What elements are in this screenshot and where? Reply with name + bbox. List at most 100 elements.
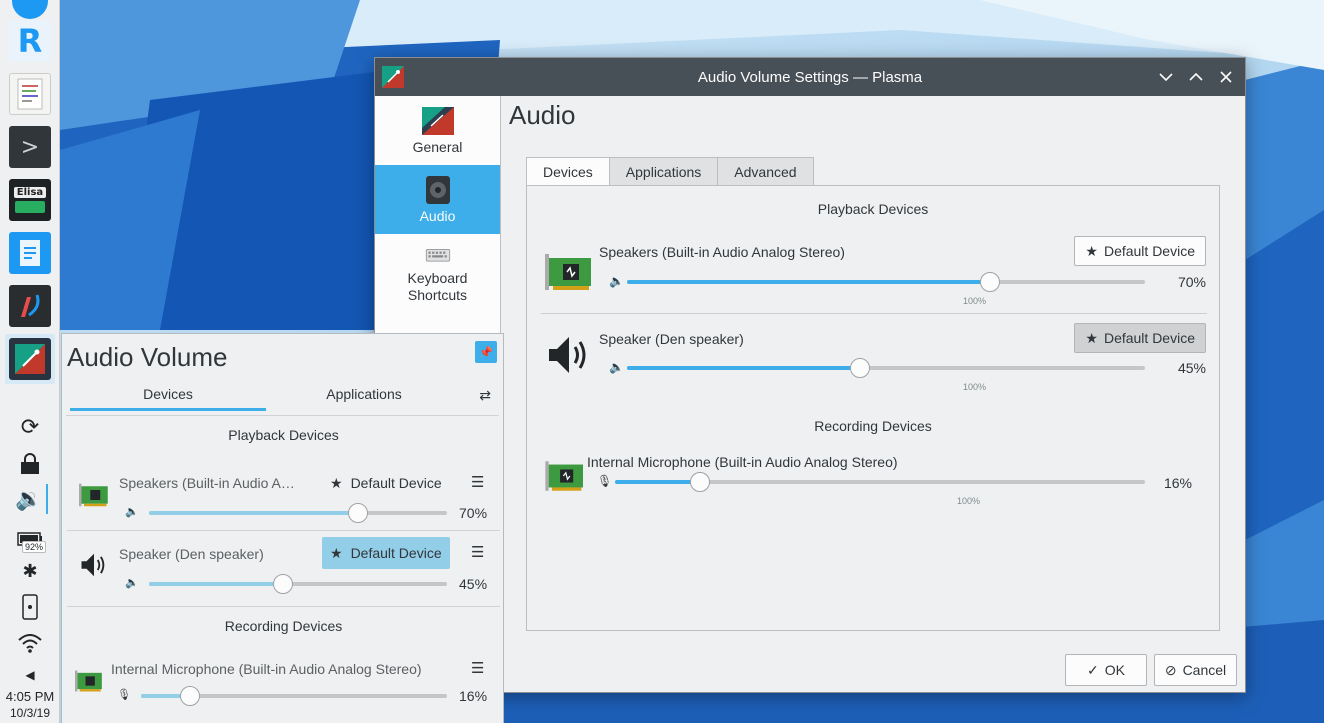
- launcher-elisa[interactable]: Elisa: [5, 175, 55, 225]
- volume-icon[interactable]: 🔈: [609, 274, 625, 290]
- microphone-icon[interactable]: 🎙: [597, 474, 613, 490]
- default-device-label: Default Device: [350, 475, 442, 491]
- cancel-button[interactable]: ⊘ Cancel: [1154, 654, 1237, 686]
- volume-icon[interactable]: 🔈: [609, 360, 625, 376]
- expand-tray-icon[interactable]: ◀: [12, 660, 48, 690]
- launcher-krita[interactable]: [5, 281, 55, 331]
- sound-card-icon: [545, 461, 583, 491]
- keyboard-icon: [425, 248, 450, 261]
- launcher-document[interactable]: [5, 228, 55, 278]
- microphone-volume-slider[interactable]: [615, 472, 1145, 492]
- updates-icon[interactable]: ⟳: [12, 412, 48, 442]
- pin-icon: 📌: [479, 345, 493, 359]
- devices-panel: Playback Devices Speakers (Built-in Audi…: [526, 185, 1220, 631]
- popup-device-row: Speaker (Den speaker) ★ Default Device ☰ …: [67, 531, 500, 601]
- device-divider: [67, 606, 500, 607]
- default-device-button[interactable]: ★ Default Device: [1074, 323, 1206, 353]
- launcher-terminal[interactable]: >: [5, 122, 55, 172]
- playback-device-row: Speaker (Den speaker) ★ Default Device 🔈 …: [541, 323, 1206, 392]
- sidebar-item-label: Audio: [419, 207, 456, 224]
- mixer-settings-icon[interactable]: ⇄: [479, 388, 491, 404]
- settings-tabs: Devices Applications Advanced: [526, 157, 814, 186]
- volume-slider-fill: [149, 582, 284, 586]
- bluetooth-icon[interactable]: ✱: [12, 556, 48, 586]
- sound-card-icon: [79, 483, 108, 507]
- volume-slider-handle[interactable]: [273, 574, 294, 594]
- settings-content: Audio Devices Applications Advanced Play…: [509, 96, 1245, 692]
- launcher-text-editor[interactable]: [5, 69, 55, 119]
- popup-tab-applications[interactable]: Applications: [266, 386, 462, 402]
- sidebar-item-audio[interactable]: Audio: [375, 165, 500, 234]
- volume-percentage: 70%: [459, 505, 488, 521]
- popup-default-device-button[interactable]: ★ Default Device: [322, 537, 450, 569]
- popup-device-name: Speakers (Built-in Audio A…: [119, 475, 295, 491]
- tab-bar-divider: [66, 415, 499, 416]
- sidebar-item-general[interactable]: General: [375, 96, 500, 165]
- popup-device-name: Speaker (Den speaker): [119, 546, 264, 562]
- device-menu-icon[interactable]: ☰: [471, 473, 484, 491]
- volume-percentage: 16%: [459, 688, 488, 704]
- volume-slider-handle[interactable]: [850, 358, 871, 378]
- volume-percentage: 16%: [1163, 475, 1192, 491]
- popup-volume-slider[interactable]: [149, 503, 447, 523]
- ok-label: OK: [1104, 662, 1125, 678]
- volume-slider-handle[interactable]: [179, 686, 200, 706]
- popup-tab-devices[interactable]: Devices: [70, 386, 266, 402]
- kdeconnect-icon[interactable]: [12, 592, 48, 622]
- speaker-volume-icon: [549, 337, 586, 373]
- volume-tray-icon[interactable]: 🔉: [12, 484, 48, 514]
- playback-device-row: Speakers (Built-in Audio Analog Stereo) …: [541, 236, 1206, 306]
- volume-slider-handle[interactable]: [689, 472, 710, 492]
- volume-percentage: 45%: [459, 576, 488, 592]
- sidebar-item-keyboard-shortcuts[interactable]: Keyboard Shortcuts: [375, 234, 500, 314]
- cancel-icon: ⊘: [1164, 661, 1177, 678]
- checkmark-icon: ✓: [1087, 661, 1099, 678]
- clock-time[interactable]: 4:05 PM: [0, 689, 60, 704]
- volume-icon[interactable]: 🔈: [125, 505, 139, 518]
- close-button[interactable]: [1215, 66, 1237, 88]
- volume-slider-handle[interactable]: [347, 503, 368, 523]
- popup-microphone-slider[interactable]: [141, 686, 447, 706]
- default-device-label: Default Device: [350, 545, 442, 561]
- popup-title: Audio Volume: [67, 342, 228, 372]
- ok-button[interactable]: ✓ OK: [1065, 654, 1147, 686]
- popup-recording-title: Recording Devices: [224, 618, 343, 634]
- popup-volume-slider[interactable]: [149, 574, 447, 594]
- popup-device-row: Speakers (Built-in Audio A… ★ Default Dev…: [67, 459, 500, 527]
- text-editor-icon: [9, 73, 51, 115]
- device-menu-icon[interactable]: ☰: [471, 543, 484, 561]
- cancel-label: Cancel: [1182, 662, 1227, 678]
- clock-date[interactable]: 10/3/19: [0, 706, 60, 720]
- star-icon: ★: [330, 474, 343, 491]
- minimize-button[interactable]: [1155, 66, 1177, 88]
- launcher-krunner[interactable]: R: [5, 16, 55, 66]
- lock-icon[interactable]: [12, 449, 48, 479]
- device-divider: [541, 313, 1207, 314]
- volume-slider[interactable]: [627, 272, 1145, 292]
- volume-icon[interactable]: 🔈: [125, 576, 139, 589]
- volume-slider-handle[interactable]: [979, 272, 1000, 292]
- maximize-button[interactable]: [1185, 66, 1207, 88]
- wifi-icon[interactable]: [12, 628, 48, 658]
- sidebar-item-label: Keyboard Shortcuts: [407, 269, 468, 303]
- hundred-percent-marker: 100%: [963, 382, 987, 392]
- popup-default-device-button[interactable]: ★ Default Device: [322, 467, 450, 499]
- audio-settings-window: Audio Volume Settings — Plasma General A…: [374, 57, 1246, 693]
- microphone-icon[interactable]: 🎙: [117, 688, 131, 701]
- default-device-button[interactable]: ★ Default Device: [1074, 236, 1206, 266]
- volume-slider-fill: [149, 511, 358, 515]
- krunner-icon: R: [9, 20, 51, 62]
- tab-applications[interactable]: Applications: [608, 157, 719, 185]
- device-menu-icon[interactable]: ☰: [471, 659, 484, 677]
- pin-button[interactable]: 📌: [475, 341, 497, 363]
- star-icon: ★: [1085, 329, 1098, 346]
- volume-percentage: 70%: [1177, 274, 1206, 290]
- volume-slider[interactable]: [627, 358, 1145, 378]
- launcher-audio-settings[interactable]: [5, 334, 55, 384]
- window-titlebar[interactable]: Audio Volume Settings — Plasma: [375, 58, 1245, 96]
- tab-advanced[interactable]: Advanced: [717, 157, 814, 185]
- speaker-volume-icon: [81, 553, 105, 577]
- tab-devices[interactable]: Devices: [526, 157, 610, 186]
- volume-slider-fill: [627, 366, 861, 370]
- popup-recording-row: Internal Microphone (Built-in Audio Anal…: [67, 652, 500, 712]
